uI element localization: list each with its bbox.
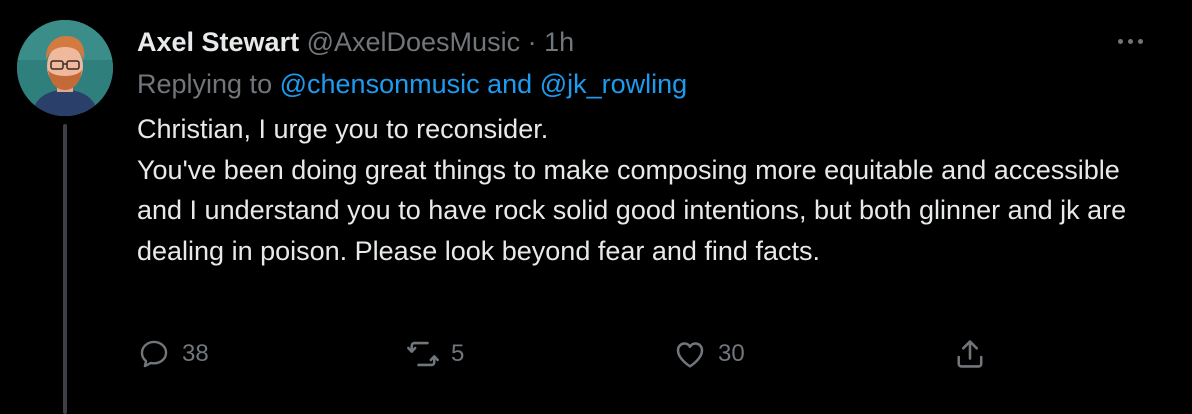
replying-to-label: Replying to xyxy=(137,69,273,99)
avatar[interactable] xyxy=(17,20,113,116)
tweet-text: Christian, I urge you to reconsider. You… xyxy=(137,109,1147,271)
tweet-actions: 38 5 30 xyxy=(0,330,1192,378)
like-button[interactable]: 30 xyxy=(672,330,745,378)
tweet-header: Axel Stewart @AxelDoesMusic · 1h xyxy=(137,22,574,62)
timestamp[interactable]: 1h xyxy=(544,27,574,57)
share-icon xyxy=(952,336,988,372)
retweet-button[interactable]: 5 xyxy=(405,330,464,378)
retweet-count: 5 xyxy=(451,340,465,367)
handle[interactable]: @AxelDoesMusic xyxy=(307,27,520,57)
replying-to: Replying to @chensonmusic and @jk_rowlin… xyxy=(137,64,687,104)
avatar-image xyxy=(17,20,113,116)
tweet-text-line: You've been doing great things to make c… xyxy=(137,154,1127,266)
heart-icon xyxy=(672,336,708,372)
more-dot-icon xyxy=(1127,38,1133,44)
more-options-button[interactable] xyxy=(1108,26,1152,56)
more-dot-icon xyxy=(1117,38,1123,44)
separator-dot: · xyxy=(527,27,537,57)
reply-icon xyxy=(136,336,172,372)
display-name[interactable]: Axel Stewart xyxy=(137,27,299,57)
like-count: 30 xyxy=(718,340,745,367)
tweet[interactable]: Axel Stewart @AxelDoesMusic · 1h Replyin… xyxy=(0,0,1192,414)
mention-conjunction[interactable]: and xyxy=(487,69,532,99)
reply-count: 38 xyxy=(182,340,209,367)
mention-link[interactable]: @jk_rowling xyxy=(540,69,687,99)
share-button[interactable] xyxy=(952,330,988,378)
tweet-text-line: Christian, I urge you to reconsider. xyxy=(137,114,549,144)
more-dot-icon xyxy=(1137,38,1143,44)
mention-link[interactable]: @chensonmusic xyxy=(280,69,480,99)
reply-button[interactable]: 38 xyxy=(136,330,209,378)
retweet-icon xyxy=(405,336,441,372)
